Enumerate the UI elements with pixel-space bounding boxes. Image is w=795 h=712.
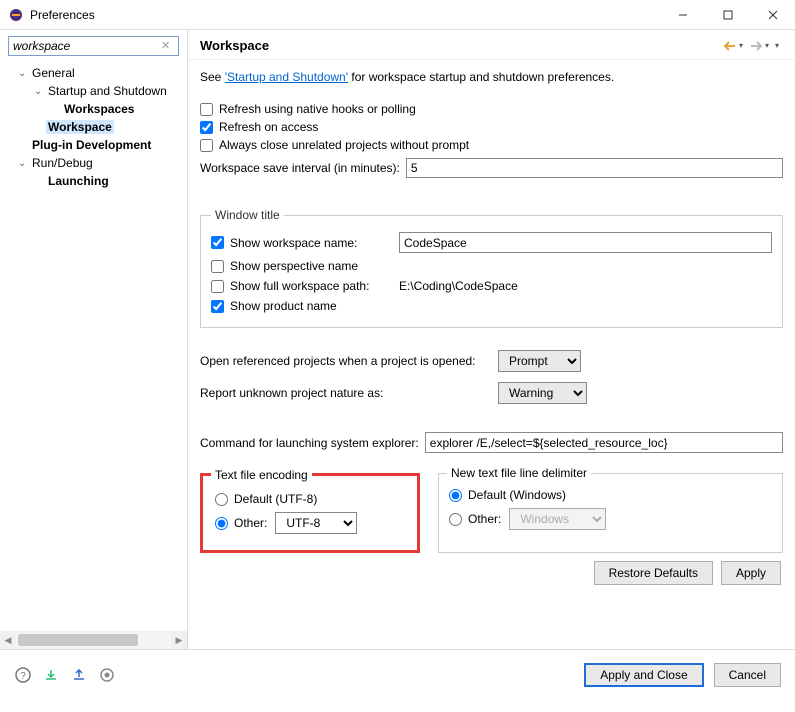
show-perspective-checkbox[interactable] [211, 260, 224, 273]
unknown-nature-select[interactable]: Warning [498, 382, 587, 404]
sidebar-horizontal-scrollbar[interactable]: ◀ ▶ [0, 631, 187, 649]
auto-close-label: Always close unrelated projects without … [219, 138, 469, 152]
window-title-group: Window title Show workspace name: Show p… [200, 208, 783, 328]
line-delimiter-group: New text file line delimiter Default (Wi… [438, 473, 783, 553]
page-menu-dropdown[interactable]: ▾ [775, 41, 779, 50]
svg-text:?: ? [20, 671, 26, 682]
auto-close-checkbox[interactable] [200, 139, 213, 152]
show-workspace-name-checkbox[interactable] [211, 236, 224, 249]
refresh-on-access-checkbox[interactable] [200, 121, 213, 134]
apply-and-close-button[interactable]: Apply and Close [584, 663, 703, 687]
app-icon [8, 7, 24, 23]
show-full-path-checkbox[interactable] [211, 280, 224, 293]
window-minimize-button[interactable] [660, 0, 705, 30]
show-product-label: Show product name [230, 299, 337, 313]
restore-defaults-button[interactable]: Restore Defaults [594, 561, 713, 585]
tree-item-general[interactable]: ⌄ General [0, 64, 187, 82]
show-perspective-label: Show perspective name [230, 259, 358, 273]
workspace-name-input[interactable] [399, 232, 772, 253]
explorer-command-label: Command for launching system explorer: [200, 436, 419, 450]
scroll-right-icon[interactable]: ▶ [171, 632, 187, 649]
scroll-left-icon[interactable]: ◀ [0, 632, 16, 649]
expand-icon: ⌄ [34, 86, 46, 97]
nav-back-dropdown[interactable]: ▾ [739, 41, 743, 50]
delimiter-other-label: Other: [468, 512, 501, 526]
tree-item-startup-shutdown[interactable]: ⌄ Startup and Shutdown [0, 82, 187, 100]
show-product-checkbox[interactable] [211, 300, 224, 313]
refresh-native-label: Refresh using native hooks or polling [219, 102, 416, 116]
window-close-button[interactable] [750, 0, 795, 30]
window-title-legend: Window title [211, 208, 284, 222]
page-title: Workspace [200, 38, 723, 53]
encoding-other-label: Other: [234, 516, 267, 530]
refresh-on-access-label: Refresh on access [219, 120, 318, 134]
tree-item-launching[interactable]: Launching [0, 172, 187, 190]
scrollbar-thumb[interactable] [18, 634, 138, 646]
delimiter-default-radio[interactable] [449, 489, 462, 502]
page-description: See 'Startup and Shutdown' for workspace… [200, 70, 783, 84]
open-referenced-select[interactable]: Prompt [498, 350, 581, 372]
open-referenced-label: Open referenced projects when a project … [200, 354, 490, 368]
encoding-select[interactable]: UTF-8 [275, 512, 357, 534]
import-preferences-icon[interactable] [42, 666, 60, 684]
help-icon[interactable]: ? [14, 666, 32, 684]
expand-icon: ⌄ [18, 158, 30, 169]
save-interval-label: Workspace save interval (in minutes): [200, 161, 400, 175]
window-title: Preferences [30, 8, 660, 22]
nav-back-icon[interactable] [723, 39, 737, 53]
delimiter-select[interactable]: Windows [509, 508, 606, 530]
tree-item-workspace[interactable]: Workspace [0, 118, 187, 136]
preferences-sidebar: ✕ ⌄ General ⌄ Startup and Shutdown Works… [0, 30, 188, 649]
cancel-button[interactable]: Cancel [714, 663, 781, 687]
tree-item-plugin-development[interactable]: Plug-in Development [0, 136, 187, 154]
explorer-command-input[interactable] [425, 432, 783, 453]
export-preferences-icon[interactable] [70, 666, 88, 684]
text-encoding-group: Text file encoding Default (UTF-8) Other… [200, 473, 420, 553]
line-delimiter-legend: New text file line delimiter [447, 466, 591, 480]
oomph-icon[interactable] [98, 666, 116, 684]
unknown-nature-label: Report unknown project nature as: [200, 386, 490, 400]
apply-button[interactable]: Apply [721, 561, 781, 585]
tree-item-run-debug[interactable]: ⌄ Run/Debug [0, 154, 187, 172]
preferences-tree: ⌄ General ⌄ Startup and Shutdown Workspa… [0, 60, 187, 631]
encoding-default-radio[interactable] [215, 493, 228, 506]
text-encoding-legend: Text file encoding [211, 468, 312, 482]
delimiter-default-label: Default (Windows) [468, 488, 566, 502]
window-maximize-button[interactable] [705, 0, 750, 30]
encoding-other-radio[interactable] [215, 517, 228, 530]
save-interval-input[interactable] [406, 158, 783, 178]
tree-item-workspaces[interactable]: Workspaces [0, 100, 187, 118]
show-workspace-name-label: Show workspace name: [230, 236, 357, 250]
show-full-path-label: Show full workspace path: [230, 279, 369, 293]
full-path-value: E:\Coding\CodeSpace [399, 279, 772, 293]
clear-filter-icon[interactable]: ✕ [161, 39, 175, 53]
window-titlebar: Preferences [0, 0, 795, 30]
delimiter-other-radio[interactable] [449, 513, 462, 526]
filter-input[interactable] [8, 36, 179, 56]
nav-forward-icon[interactable] [749, 39, 763, 53]
nav-forward-dropdown[interactable]: ▾ [765, 41, 769, 50]
encoding-default-label: Default (UTF-8) [234, 492, 317, 506]
page-nav-buttons: ▾ ▾ ▾ [723, 39, 783, 53]
refresh-native-checkbox[interactable] [200, 103, 213, 116]
expand-icon: ⌄ [18, 68, 30, 79]
startup-shutdown-link[interactable]: 'Startup and Shutdown' [225, 70, 348, 84]
